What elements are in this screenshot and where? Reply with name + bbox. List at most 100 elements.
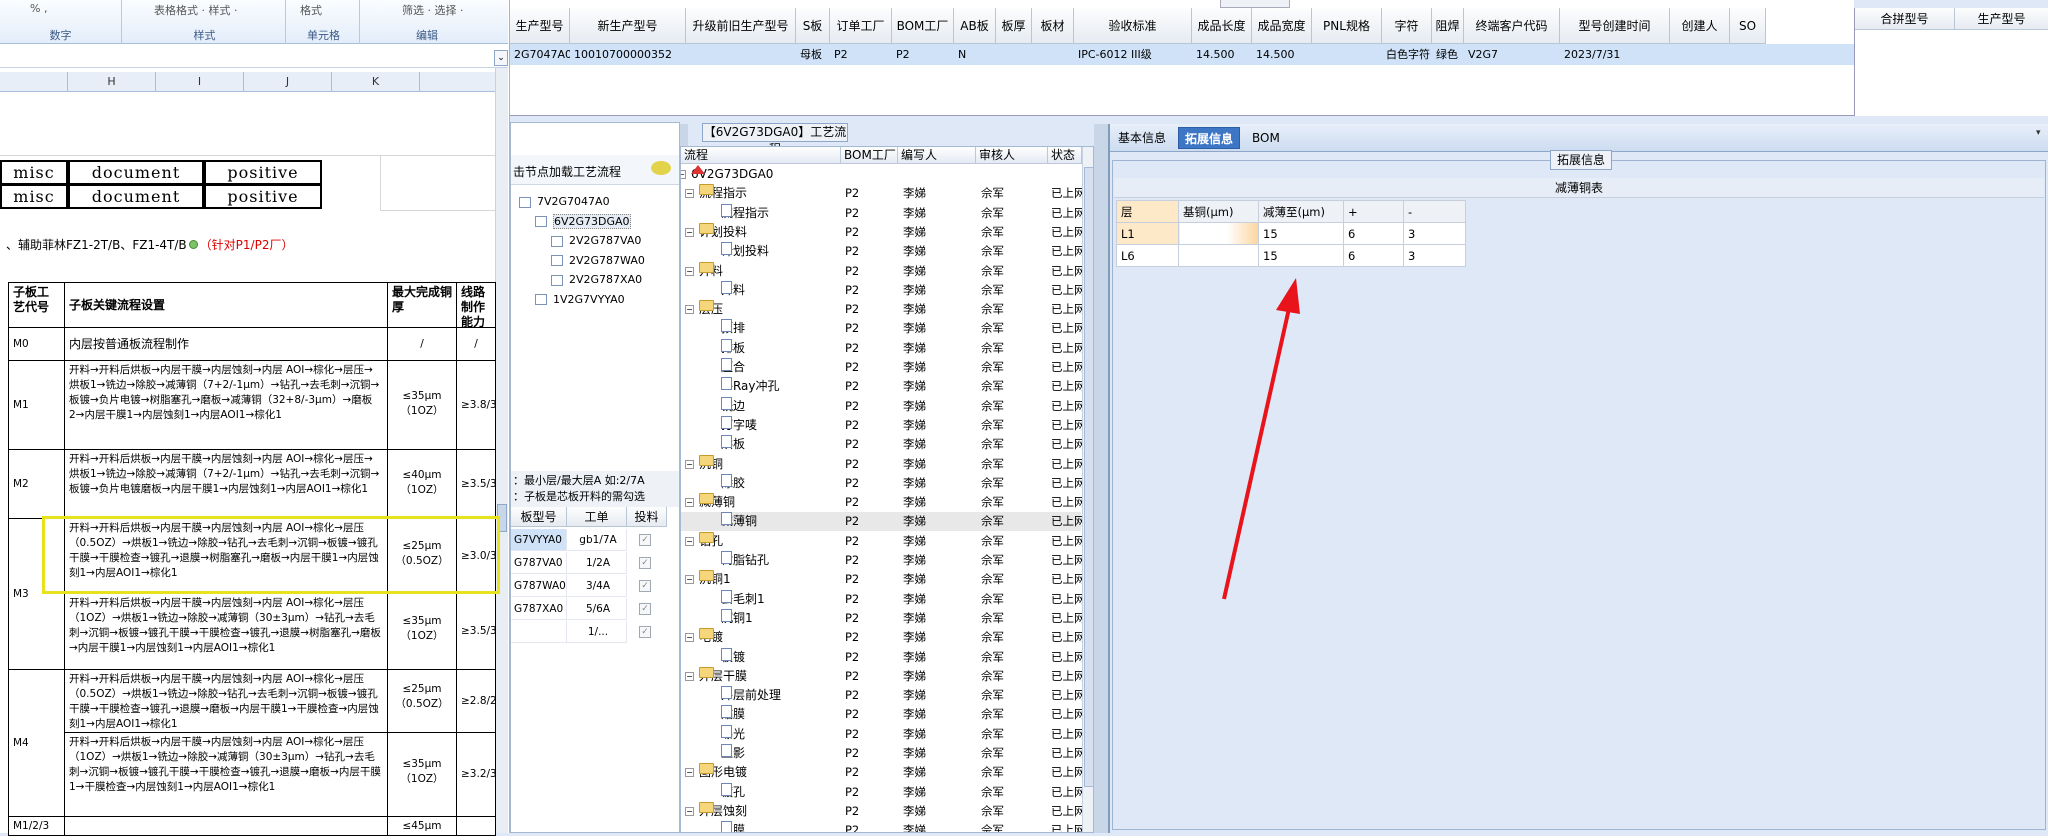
grid-cell[interactable]: P2 bbox=[892, 44, 954, 65]
feed-checkbox[interactable]: ✓ bbox=[639, 626, 651, 638]
expander-icon[interactable]: − bbox=[685, 305, 694, 315]
process-row[interactable]: −电镀 P2 李娣 佘军 已上网 bbox=[681, 628, 1086, 647]
grid-cell[interactable] bbox=[996, 44, 1032, 65]
grid-cell[interactable] bbox=[1670, 44, 1730, 65]
process-row[interactable]: 流程指示 P2 李娣 佘军 已上网 bbox=[681, 203, 1086, 223]
grid-header[interactable]: 合拼型号 bbox=[1855, 8, 1955, 30]
expander-icon[interactable]: − bbox=[685, 189, 694, 199]
filter-select-commands[interactable]: 筛选 · 选择 · bbox=[402, 2, 463, 18]
sub-grid-cell[interactable]: 5/6A bbox=[567, 598, 627, 620]
process-scrollbar[interactable] bbox=[1082, 147, 1093, 832]
sub-grid-cell[interactable] bbox=[511, 621, 567, 643]
sub-grid-cell[interactable]: G787VA0 bbox=[511, 552, 567, 574]
grid-cell[interactable]: 白色字符 bbox=[1382, 44, 1432, 65]
column-header[interactable]: J bbox=[244, 72, 332, 92]
grid-header[interactable]: SO bbox=[1730, 8, 1766, 44]
process-row[interactable]: − 图形电镀 P2 李娣 佘军 已上网 bbox=[681, 763, 1086, 782]
expander-icon[interactable]: − bbox=[685, 498, 694, 508]
format-button[interactable]: 格式 bbox=[300, 2, 322, 18]
table-cell[interactable]: 15 bbox=[1258, 222, 1344, 245]
expander-icon[interactable]: − bbox=[685, 227, 694, 237]
table-header[interactable]: 层 bbox=[1116, 200, 1179, 223]
grid-header[interactable]: BOM工厂 bbox=[892, 8, 954, 44]
panel-menu-icon[interactable]: ▾ bbox=[2036, 128, 2041, 138]
sub-grid-cell[interactable]: 1/2A bbox=[567, 552, 627, 574]
grid-cell[interactable]: V2G7 bbox=[1464, 44, 1560, 65]
table-row[interactable]: L1 15 6 3 bbox=[1116, 222, 1466, 245]
process-row[interactable]: 排板 P2 李娣 佘军 已上网 bbox=[681, 338, 1086, 358]
sub-grid-cell[interactable]: gb1/7A bbox=[567, 529, 627, 551]
table-row[interactable]: L6 15 6 3 bbox=[1116, 244, 1466, 267]
grid-cell[interactable] bbox=[1312, 44, 1382, 65]
collapse-ribbon-icon[interactable]: ⌄ bbox=[494, 50, 508, 66]
process-row[interactable]: 板镀 P2 李娣 佘军 已上网 bbox=[681, 647, 1086, 667]
sub-grid-header[interactable]: 板型号 bbox=[511, 507, 567, 527]
style-commands[interactable]: 表格格式 · 样式 · bbox=[154, 2, 237, 18]
excel-vertical-scrollbar[interactable] bbox=[495, 68, 508, 833]
expander-icon[interactable]: − bbox=[685, 575, 694, 585]
process-row[interactable]: − 减薄铜 P2 李娣 佘军 已上网 bbox=[681, 493, 1086, 512]
grid-cell[interactable]: 2023/7/31 bbox=[1560, 44, 1670, 65]
feed-checkbox[interactable]: ✓ bbox=[639, 557, 651, 569]
tab-extended-info[interactable]: 拓展信息 bbox=[1178, 127, 1241, 149]
process-row[interactable]: 打字唛 P2 李娣 佘军 已上网 bbox=[681, 415, 1086, 435]
splitter[interactable] bbox=[1094, 124, 1108, 833]
expander-icon[interactable]: − bbox=[685, 806, 694, 816]
grid-header[interactable]: AB板 bbox=[954, 8, 996, 44]
sub-grid-header[interactable]: 工单 bbox=[567, 507, 627, 527]
expander-icon[interactable]: − bbox=[685, 671, 694, 681]
grid-cell[interactable] bbox=[1730, 44, 1766, 65]
tab-basic-info[interactable]: 基本信息 bbox=[1112, 127, 1172, 149]
sub-grid-cell[interactable]: G787XA0 bbox=[511, 598, 567, 620]
process-header[interactable]: 审核人 bbox=[976, 147, 1048, 164]
grid-cell[interactable]: 母板 bbox=[796, 44, 830, 65]
feed-checkbox[interactable]: ✓ bbox=[639, 580, 651, 592]
table-cell[interactable]: 15 bbox=[1258, 244, 1344, 267]
process-row[interactable]: 贴膜 P2 李娣 佘军 已上网 bbox=[681, 705, 1086, 724]
sub-grid-header[interactable]: 投料 bbox=[627, 507, 667, 527]
tree-node[interactable]: 7V2G7047A0 bbox=[519, 193, 610, 211]
process-row[interactable]: − 流程指示 P2 李娣 佘军 已上网 bbox=[681, 184, 1086, 203]
process-row[interactable]: 预排 P2 李娣 佘军 已上网 bbox=[681, 319, 1086, 338]
feed-checkbox[interactable]: ✓ bbox=[639, 603, 651, 615]
column-header[interactable]: I bbox=[156, 72, 244, 92]
grid-header[interactable]: 验收标准 bbox=[1074, 8, 1192, 44]
process-row[interactable]: 烘板 P2 李娣 佘军 已上网 bbox=[681, 435, 1086, 454]
grid-header[interactable]: 新生产型号 bbox=[570, 8, 686, 44]
shape-handle-icon[interactable] bbox=[188, 240, 198, 249]
grid-cell[interactable]: 14.500 bbox=[1192, 44, 1252, 65]
grid-header[interactable]: 成品宽度 bbox=[1252, 8, 1312, 44]
process-row[interactable]: X-Ray冲孔 P2 李娣 佘军 已上网 bbox=[681, 377, 1086, 396]
table-cell[interactable] bbox=[1178, 244, 1259, 267]
table-header[interactable]: + bbox=[1343, 200, 1404, 223]
grid-header[interactable]: 型号创建时间 bbox=[1560, 8, 1670, 44]
scroll-thumb[interactable] bbox=[1084, 167, 1093, 787]
process-row[interactable]: 除胶 P2 李娣 佘军 已上网 bbox=[681, 473, 1086, 493]
process-row[interactable]: − 计划投料 P2 李娣 佘军 已上网 bbox=[681, 222, 1086, 242]
process-row[interactable]: 曝光 P2 李娣 佘军 已上网 bbox=[681, 724, 1086, 744]
grid-header[interactable]: 生产型号 bbox=[1955, 8, 2048, 30]
grid-header[interactable]: 字符 bbox=[1382, 8, 1432, 44]
table-header[interactable]: - bbox=[1403, 200, 1466, 223]
process-row[interactable]: −钻孔 P2 李娣 佘军 已上网 bbox=[681, 531, 1086, 551]
process-row[interactable]: 减薄铜 P2 李娣 佘军 已上网 bbox=[681, 512, 1086, 532]
process-row[interactable]: 显影 P2 李娣 佘军 已上网 bbox=[681, 744, 1086, 763]
grid-cell[interactable]: N bbox=[954, 44, 996, 65]
grid-header[interactable]: 板材 bbox=[1032, 8, 1074, 44]
process-row[interactable]: − 外层蚀刻 P2 李娣 佘军 已上网 bbox=[681, 801, 1086, 821]
process-row[interactable]: 计划投料 P2 李娣 佘军 已上网 bbox=[681, 242, 1086, 261]
process-row[interactable]: −层压 P2 李娣 佘军 已上网 bbox=[681, 300, 1086, 319]
sub-grid-cell[interactable]: G787WA0 bbox=[511, 575, 567, 597]
expander-icon[interactable]: − bbox=[685, 266, 694, 276]
process-row[interactable]: 压合 P2 李娣 佘军 已上网 bbox=[681, 358, 1086, 377]
table-cell[interactable]: 3 bbox=[1403, 244, 1466, 267]
grid-cell[interactable] bbox=[686, 44, 796, 65]
process-row[interactable]: −沉铜 P2 李娣 佘军 已上网 bbox=[681, 454, 1086, 474]
process-row[interactable]: −6V2G73DGA0 bbox=[681, 165, 1081, 184]
process-row[interactable]: 开料 P2 李娣 佘军 已上网 bbox=[681, 280, 1086, 300]
grid-cell[interactable] bbox=[1032, 44, 1074, 65]
comment-icon[interactable] bbox=[651, 161, 671, 175]
process-row[interactable]: 去毛刺1 P2 李娣 佘军 已上网 bbox=[681, 589, 1086, 609]
process-row[interactable]: 沉铜1 P2 李娣 佘军 已上网 bbox=[681, 608, 1086, 628]
table-cell[interactable]: L1 bbox=[1116, 222, 1179, 245]
